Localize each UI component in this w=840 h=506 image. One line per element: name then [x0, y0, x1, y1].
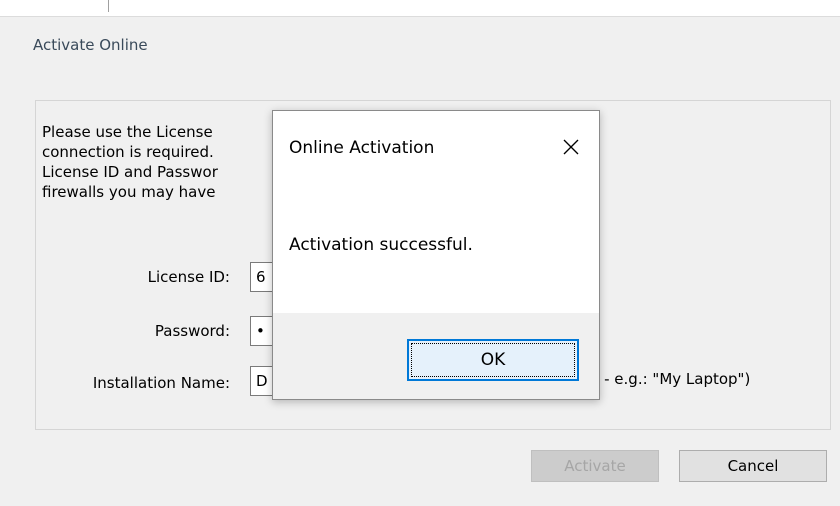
cancel-button[interactable]: Cancel [679, 450, 827, 482]
installation-name-hint: al - e.g.: "My Laptop") [586, 370, 751, 388]
activate-button[interactable]: Activate [531, 450, 659, 482]
window-title: Activate Online [33, 36, 148, 54]
dialog-title: Online Activation [289, 138, 435, 158]
dialog-footer: OK [273, 313, 599, 399]
password-label: Password: [154, 322, 230, 340]
online-activation-dialog: Online Activation Activation successful.… [272, 110, 600, 400]
ok-button[interactable]: OK [407, 339, 579, 381]
top-strip [0, 0, 840, 17]
top-divider [108, 0, 109, 12]
license-id-label: License ID: [147, 268, 230, 286]
close-icon [563, 139, 579, 155]
ok-button-label: OK [411, 343, 575, 377]
close-button[interactable] [553, 129, 589, 165]
installation-name-label: Installation Name: [92, 374, 230, 392]
dialog-message: Activation successful. [289, 235, 473, 255]
